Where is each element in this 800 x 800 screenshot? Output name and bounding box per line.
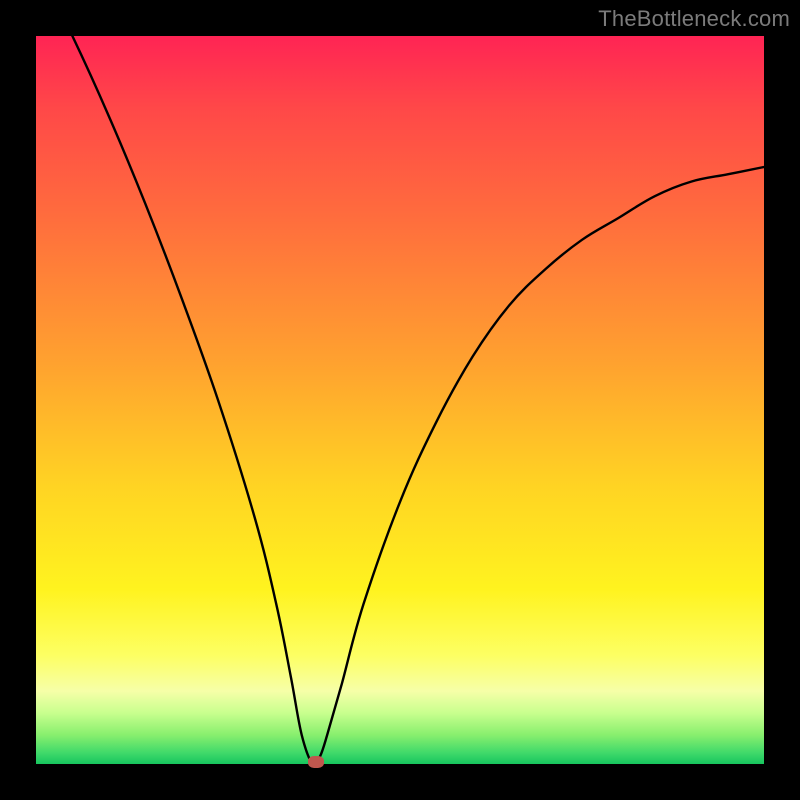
bottleneck-curve (36, 36, 764, 764)
curve-path (36, 0, 764, 765)
optimal-point-marker (308, 756, 324, 768)
plot-area (36, 36, 764, 764)
chart-frame: TheBottleneck.com (0, 0, 800, 800)
watermark-text: TheBottleneck.com (598, 6, 790, 32)
